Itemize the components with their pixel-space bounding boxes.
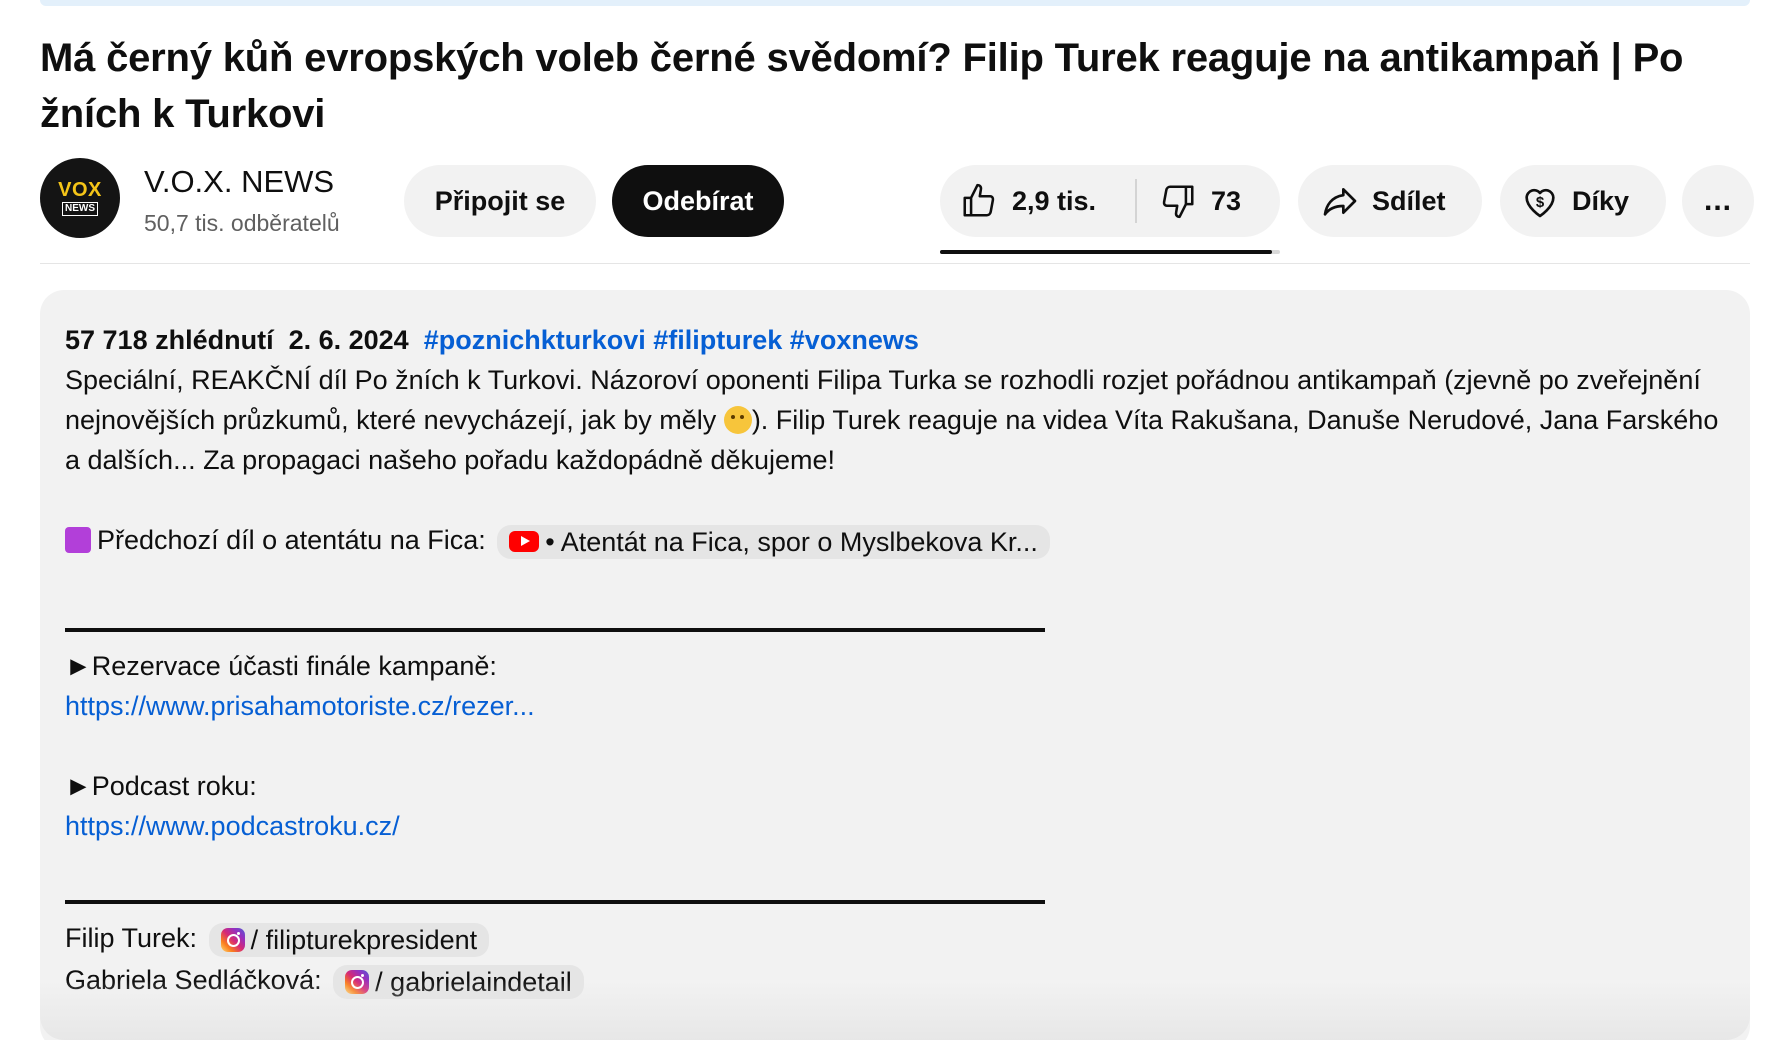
like-button[interactable]: 2,9 tis. — [940, 165, 1135, 237]
previous-episode-chip-text: • Atentát na Fica, spor o Myslbekova Kr.… — [545, 526, 1038, 557]
horizontal-rule — [65, 900, 1045, 904]
hashtags[interactable]: #poznichkturkovi #filipturek #voxnews — [424, 325, 919, 355]
instagram-handle: / filipturekpresident — [250, 924, 478, 955]
thumbs-down-icon — [1162, 185, 1194, 219]
avatar-logo-top: VOX — [58, 179, 102, 201]
reservation-label: ►Rezervace účasti finále kampaně: — [65, 651, 497, 681]
like-ratio-fill — [940, 250, 1272, 254]
description-content: 57 718 zhlédnutí 2. 6. 2024 #poznichktur… — [65, 320, 1725, 1000]
like-dislike-group: 2,9 tis. 73 — [940, 165, 1280, 237]
like-ratio-bar — [940, 250, 1280, 254]
social-line: Filip Turek: / filipturekpresident — [65, 918, 1725, 958]
description-fade — [40, 980, 1750, 1040]
social-person: Filip Turek: — [65, 923, 198, 953]
previous-episode-chip[interactable]: • Atentát na Fica, spor o Myslbekova Kr.… — [497, 524, 1050, 559]
view-count: 57 718 zhlédnutí — [65, 325, 274, 355]
description-box[interactable]: 57 718 zhlédnutí 2. 6. 2024 #poznichktur… — [40, 290, 1750, 1040]
channel-name[interactable]: V.O.X. NEWS — [144, 164, 334, 200]
podcast-link[interactable]: https://www.podcastroku.cz/ — [65, 806, 1725, 846]
join-button-label: Připojit se — [434, 185, 566, 216]
share-button[interactable]: Sdílet — [1298, 165, 1482, 237]
more-actions-button[interactable]: ... — [1682, 165, 1754, 237]
podcast-label: ►Podcast roku: — [65, 771, 257, 801]
thanks-label: Díky — [1572, 185, 1630, 216]
dislike-button[interactable]: 73 — [1137, 165, 1280, 237]
top-strip — [40, 0, 1750, 6]
divider — [40, 263, 1750, 264]
instagram-icon — [220, 927, 245, 952]
dislike-count: 73 — [1211, 185, 1242, 216]
share-arrow-icon — [1323, 188, 1357, 216]
instagram-chip[interactable]: / filipturekpresident — [208, 922, 490, 957]
svg-text:$: $ — [1536, 194, 1545, 211]
join-button[interactable]: Připojit se — [404, 165, 596, 237]
subscriber-count: 50,7 tis. odběratelů — [144, 210, 340, 236]
subscribe-button-label: Odebírat — [642, 185, 754, 216]
previous-episode-line: Předchozí díl o atentátu na Fica: • Aten… — [65, 520, 1725, 560]
reservation-link[interactable]: https://www.prisahamotoriste.cz/rezer... — [65, 686, 1725, 726]
video-title: Má černý kůň evropských voleb černé svěd… — [40, 36, 1684, 136]
previous-episode-label: Předchozí díl o atentátu na Fica: — [97, 525, 486, 555]
subscribe-button[interactable]: Odebírat — [612, 165, 784, 237]
upload-date: 2. 6. 2024 — [288, 325, 409, 355]
youtube-icon — [509, 531, 540, 553]
thanks-button[interactable]: $ Díky — [1500, 165, 1666, 237]
horizontal-rule — [65, 628, 1045, 632]
like-count: 2,9 tis. — [1012, 185, 1097, 216]
heart-dollar-icon: $ — [1525, 188, 1555, 218]
thinking-face-icon — [723, 406, 752, 434]
avatar-logo-bottom: NEWS — [62, 202, 98, 216]
owner-row: VOX NEWS V.O.X. NEWS 50,7 tis. odběratel… — [40, 158, 1754, 254]
thumbs-up-icon — [963, 183, 995, 217]
description-intro: Speciální, REAKČNÍ díl Po žních k Turkov… — [65, 360, 1725, 480]
share-label: Sdílet — [1372, 185, 1446, 216]
description-meta: 57 718 zhlédnutí 2. 6. 2024 #poznichktur… — [65, 320, 1725, 360]
channel-avatar[interactable]: VOX NEWS — [40, 158, 120, 238]
purple-square-icon — [65, 527, 91, 553]
more-icon: ... — [1703, 184, 1732, 217]
